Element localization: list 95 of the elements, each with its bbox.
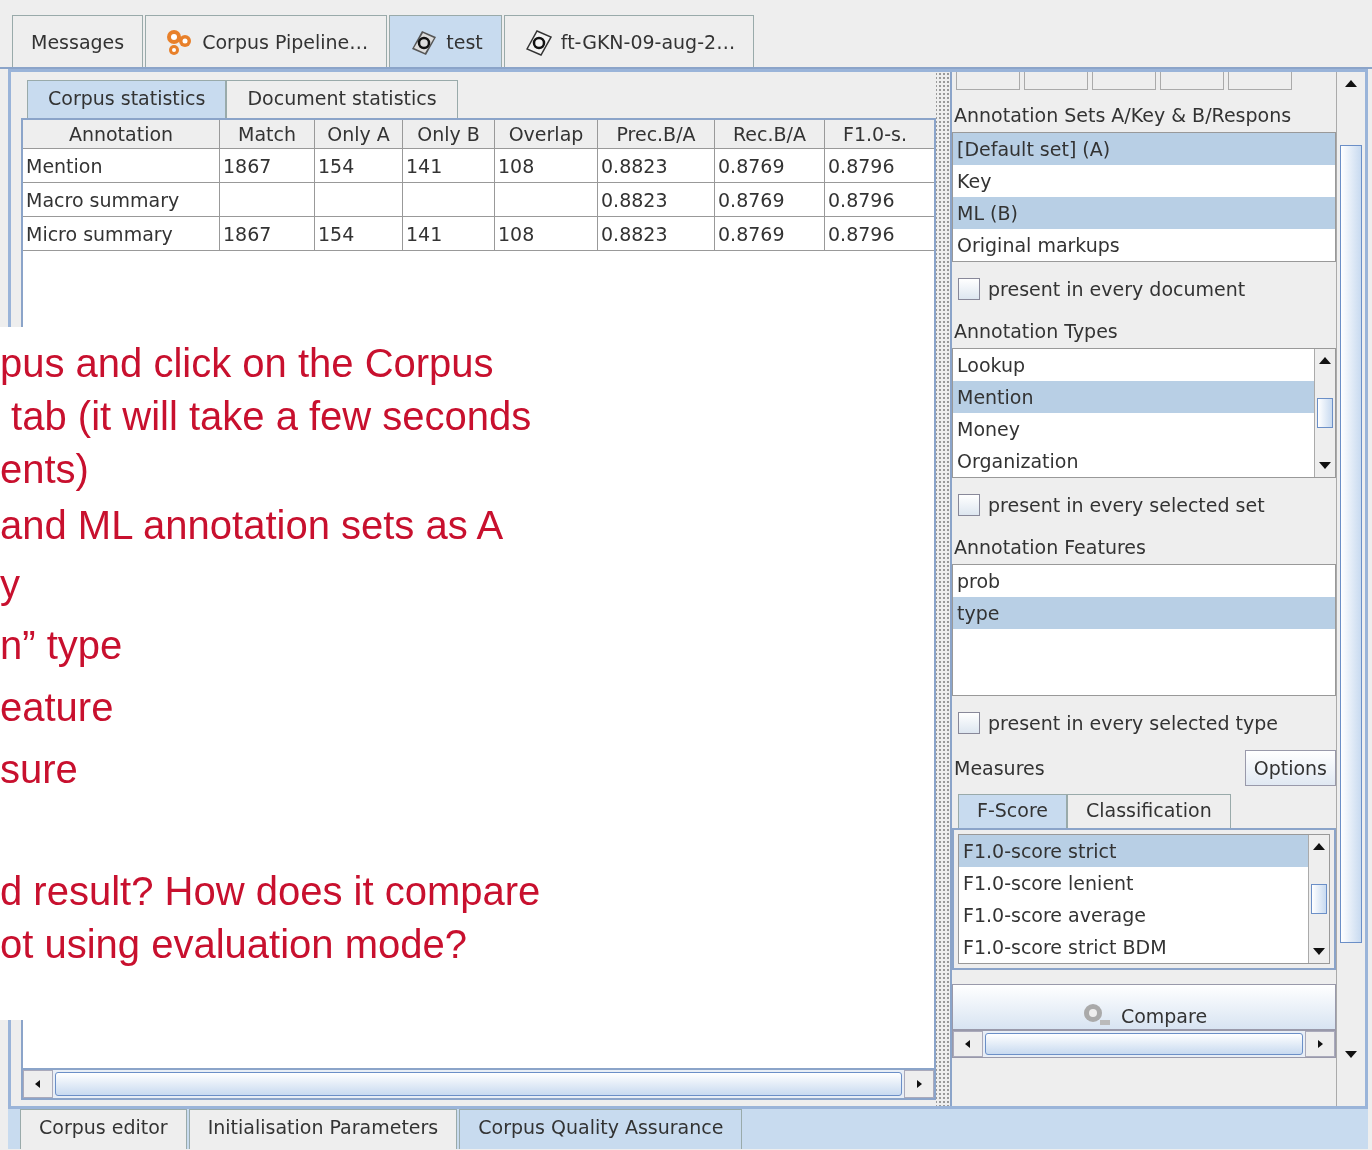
scrollbar[interactable] xyxy=(1336,72,1365,1106)
table-cell: 1867 xyxy=(223,222,272,245)
table-cell: Macro summary xyxy=(26,188,180,211)
column-header[interactable]: Only A xyxy=(315,120,403,148)
document-tab[interactable]: ft-GKN-09-aug-2… xyxy=(503,15,755,67)
scroll-right-button[interactable] xyxy=(1305,1031,1335,1057)
slide-text: and ML annotation sets as A xyxy=(0,503,504,547)
toolbar-button[interactable] xyxy=(956,72,1020,90)
document-tab[interactable]: Corpus Pipeline… xyxy=(145,15,388,67)
toolbar-button[interactable] xyxy=(1228,72,1292,90)
list-item[interactable]: Money xyxy=(953,413,1314,445)
column-header[interactable]: Prec.B/A xyxy=(598,120,715,148)
scroll-right-button[interactable] xyxy=(904,1070,934,1098)
table-cell: 1867 xyxy=(223,154,272,177)
arrow-right-icon xyxy=(1315,1039,1325,1049)
scroll-left-button[interactable] xyxy=(953,1031,983,1057)
section-label: Annotation Features xyxy=(953,535,1147,560)
section-label: Annotation Sets A/Key & B/Respons xyxy=(953,103,1293,128)
list-item[interactable]: Key xyxy=(953,165,1335,197)
slide-text: ents) xyxy=(0,447,89,491)
scrollbar[interactable] xyxy=(1308,835,1329,963)
column-header[interactable]: Only B xyxy=(403,120,495,148)
table-cell: Mention xyxy=(26,154,103,177)
slide-text: pus and click on the Corpus xyxy=(0,341,494,385)
section-label: Measures xyxy=(954,757,1045,779)
measure-tab[interactable]: F-Score xyxy=(958,794,1067,828)
view-tab[interactable]: Initialisation Parameters xyxy=(188,1109,458,1149)
list-item[interactable]: Original markups xyxy=(953,229,1335,261)
table-cell: 141 xyxy=(406,222,443,245)
slide-text: eature xyxy=(0,685,114,729)
checkbox[interactable] xyxy=(958,494,980,516)
horizontal-scrollbar[interactable] xyxy=(952,1030,1336,1058)
table-cell: 0.8823 xyxy=(601,154,668,177)
arrow-right-icon xyxy=(914,1079,924,1089)
column-header[interactable]: F1.0-s. xyxy=(825,120,925,148)
list-item[interactable]: F1.0-score average xyxy=(959,899,1308,931)
table-cell: 0.8796 xyxy=(828,188,895,211)
horizontal-scrollbar[interactable] xyxy=(23,1068,934,1098)
list-item[interactable]: ML (B) xyxy=(953,197,1335,229)
column-header[interactable]: Overlap xyxy=(495,120,598,148)
table-cell: 0.8823 xyxy=(601,222,668,245)
arrow-left-icon xyxy=(963,1039,973,1049)
list-item[interactable]: Organization xyxy=(953,445,1314,477)
list-item[interactable]: F1.0-score strict BDM xyxy=(959,931,1308,963)
table-cell: 0.8769 xyxy=(718,188,785,211)
list-item[interactable]: type xyxy=(953,597,1335,629)
checkbox-label: present in every document xyxy=(988,278,1246,300)
list-item[interactable]: prob xyxy=(953,565,1335,597)
list-item[interactable]: [Default set] (A) xyxy=(953,133,1335,165)
list-item[interactable]: Lookup xyxy=(953,349,1314,381)
view-tab[interactable]: Corpus Quality Assurance xyxy=(459,1109,743,1149)
slide-text: y xyxy=(0,562,20,606)
scrollbar-thumb[interactable] xyxy=(985,1033,1303,1055)
scrollbar[interactable] xyxy=(1314,349,1335,477)
table-cell: 0.8769 xyxy=(718,154,785,177)
table-cell: 154 xyxy=(318,222,355,245)
table-cell: 141 xyxy=(406,154,443,177)
compare-button[interactable]: Compare xyxy=(952,984,1336,1030)
toolbar-button[interactable] xyxy=(1160,72,1224,90)
column-header[interactable]: Rec.B/A xyxy=(715,120,825,148)
document-tab[interactable]: test xyxy=(389,15,502,67)
table-cell: 108 xyxy=(498,154,535,177)
list-item[interactable]: F1.0-score lenient xyxy=(959,867,1308,899)
toolbar-button[interactable] xyxy=(1024,72,1088,90)
table-cell: 108 xyxy=(498,222,535,245)
scroll-left-button[interactable] xyxy=(23,1070,53,1098)
slide-text: ot using evaluation mode? xyxy=(0,922,467,966)
statistics-tab[interactable]: Corpus statistics xyxy=(27,80,227,118)
options-button[interactable]: Options xyxy=(1244,750,1336,786)
section-label: Annotation Types xyxy=(953,319,1119,344)
table-cell: 0.8823 xyxy=(601,188,668,211)
table-cell: 0.8796 xyxy=(828,154,895,177)
slide-text: d result? How does it compare xyxy=(0,869,541,913)
measure-tab[interactable]: Classification xyxy=(1067,794,1231,828)
table-cell: 0.8796 xyxy=(828,222,895,245)
column-header[interactable]: Annotation xyxy=(23,120,220,148)
slide-text: tab (it will take a few seconds xyxy=(10,394,532,438)
scrollbar-thumb[interactable] xyxy=(55,1072,902,1096)
arrow-left-icon xyxy=(33,1079,43,1089)
table-cell: 154 xyxy=(318,154,355,177)
document-tab[interactable]: Messages xyxy=(12,15,144,67)
checkbox-label: present in every selected set xyxy=(988,494,1265,516)
slide-text: sure xyxy=(0,747,78,791)
statistics-tab[interactable]: Document statistics xyxy=(226,80,458,118)
toolbar-button[interactable] xyxy=(1092,72,1156,90)
table-cell: Micro summary xyxy=(26,222,173,245)
view-tab[interactable]: Corpus editor xyxy=(20,1109,187,1149)
list-item[interactable]: F1.0-score strict xyxy=(959,835,1308,867)
list-item[interactable]: Mention xyxy=(953,381,1314,413)
slide-text: n” type xyxy=(0,623,123,667)
checkbox[interactable] xyxy=(958,712,980,734)
table-cell: 0.8769 xyxy=(718,222,785,245)
column-header[interactable]: Match xyxy=(220,120,315,148)
checkbox[interactable] xyxy=(958,278,980,300)
checkbox-label: present in every selected type xyxy=(988,712,1279,734)
